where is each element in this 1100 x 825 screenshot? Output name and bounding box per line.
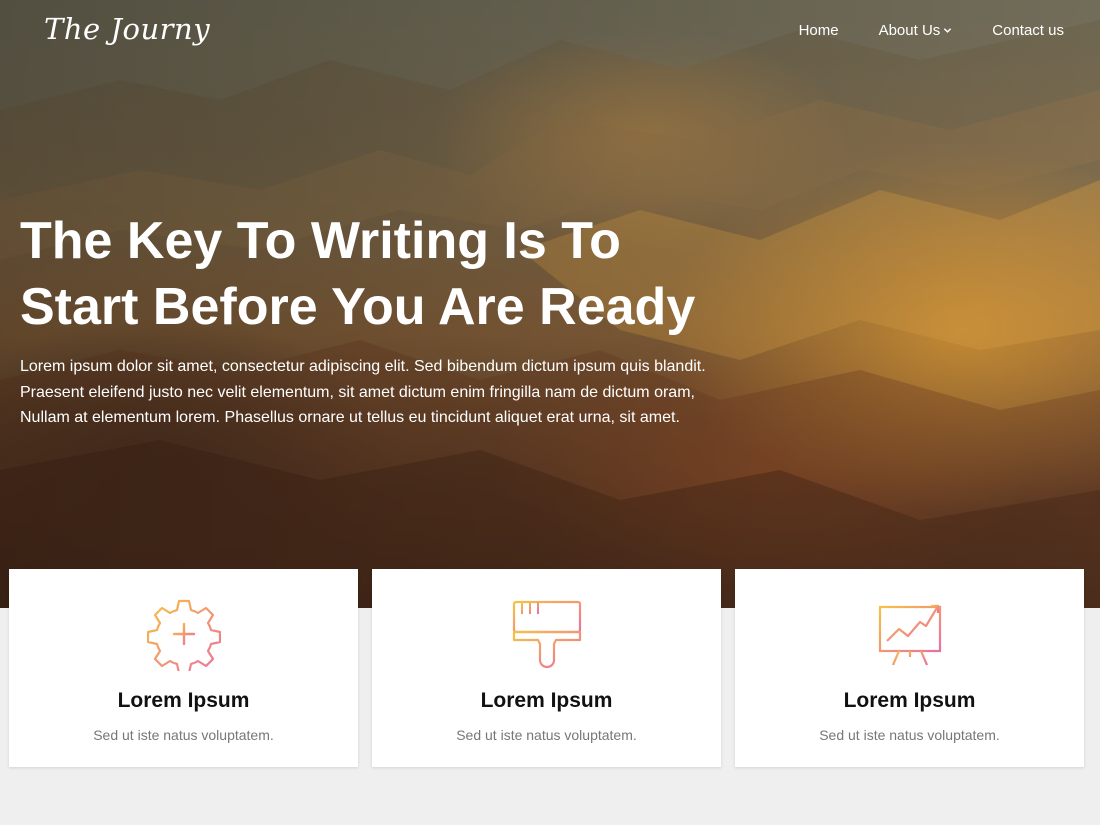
hero-lead-line: Lorem ipsum dolor sit amet, consectetur … (20, 358, 706, 375)
paint-brush-icon (512, 600, 582, 669)
nav-item-home[interactable]: Home (799, 22, 839, 39)
gear-plus-icon (147, 599, 221, 671)
hero-banner: The Journy Home About Us Contact us The … (0, 0, 1100, 608)
hero-heading: The Key To Writing Is To Start Before Yo… (20, 208, 780, 340)
feature-card[interactable]: Lorem Ipsum Sed ut iste natus voluptatem… (735, 569, 1084, 767)
feature-title: Lorem Ipsum (843, 689, 976, 712)
hero-lead-line: Nullam at elementum lorem. Phasellus orn… (20, 409, 680, 426)
feature-text: Sed ut iste natus voluptatem. (819, 727, 1000, 743)
hero-heading-line: Start Before You Are Ready (20, 278, 696, 336)
feature-title: Lorem Ipsum (480, 689, 613, 712)
hero-lead-text: Lorem ipsum dolor sit amet, consectetur … (20, 354, 740, 431)
hero-heading-line: The Key To Writing Is To (20, 212, 621, 270)
feature-text: Sed ut iste natus voluptatem. (456, 727, 637, 743)
feature-title: Lorem Ipsum (117, 689, 250, 712)
nav-item-contact-us[interactable]: Contact us (992, 22, 1064, 39)
feature-text: Sed ut iste natus voluptatem. (93, 727, 274, 743)
feature-card[interactable]: Lorem Ipsum Sed ut iste natus voluptatem… (372, 569, 721, 767)
chevron-down-icon (944, 28, 952, 33)
nav-item-about-us[interactable]: About Us (879, 22, 953, 39)
chart-presentation-icon (877, 604, 943, 666)
hero-lead-line: Praesent eleifend justo nec velit elemen… (20, 383, 695, 401)
main-nav: Home About Us Contact us (799, 22, 1064, 39)
site-logo[interactable]: The Journy (44, 12, 210, 46)
nav-item-label: About Us (878, 22, 941, 39)
feature-card[interactable]: Lorem Ipsum Sed ut iste natus voluptatem… (9, 569, 358, 767)
nav-item-label: Home (798, 22, 839, 39)
nav-item-label: Contact us (992, 22, 1064, 39)
